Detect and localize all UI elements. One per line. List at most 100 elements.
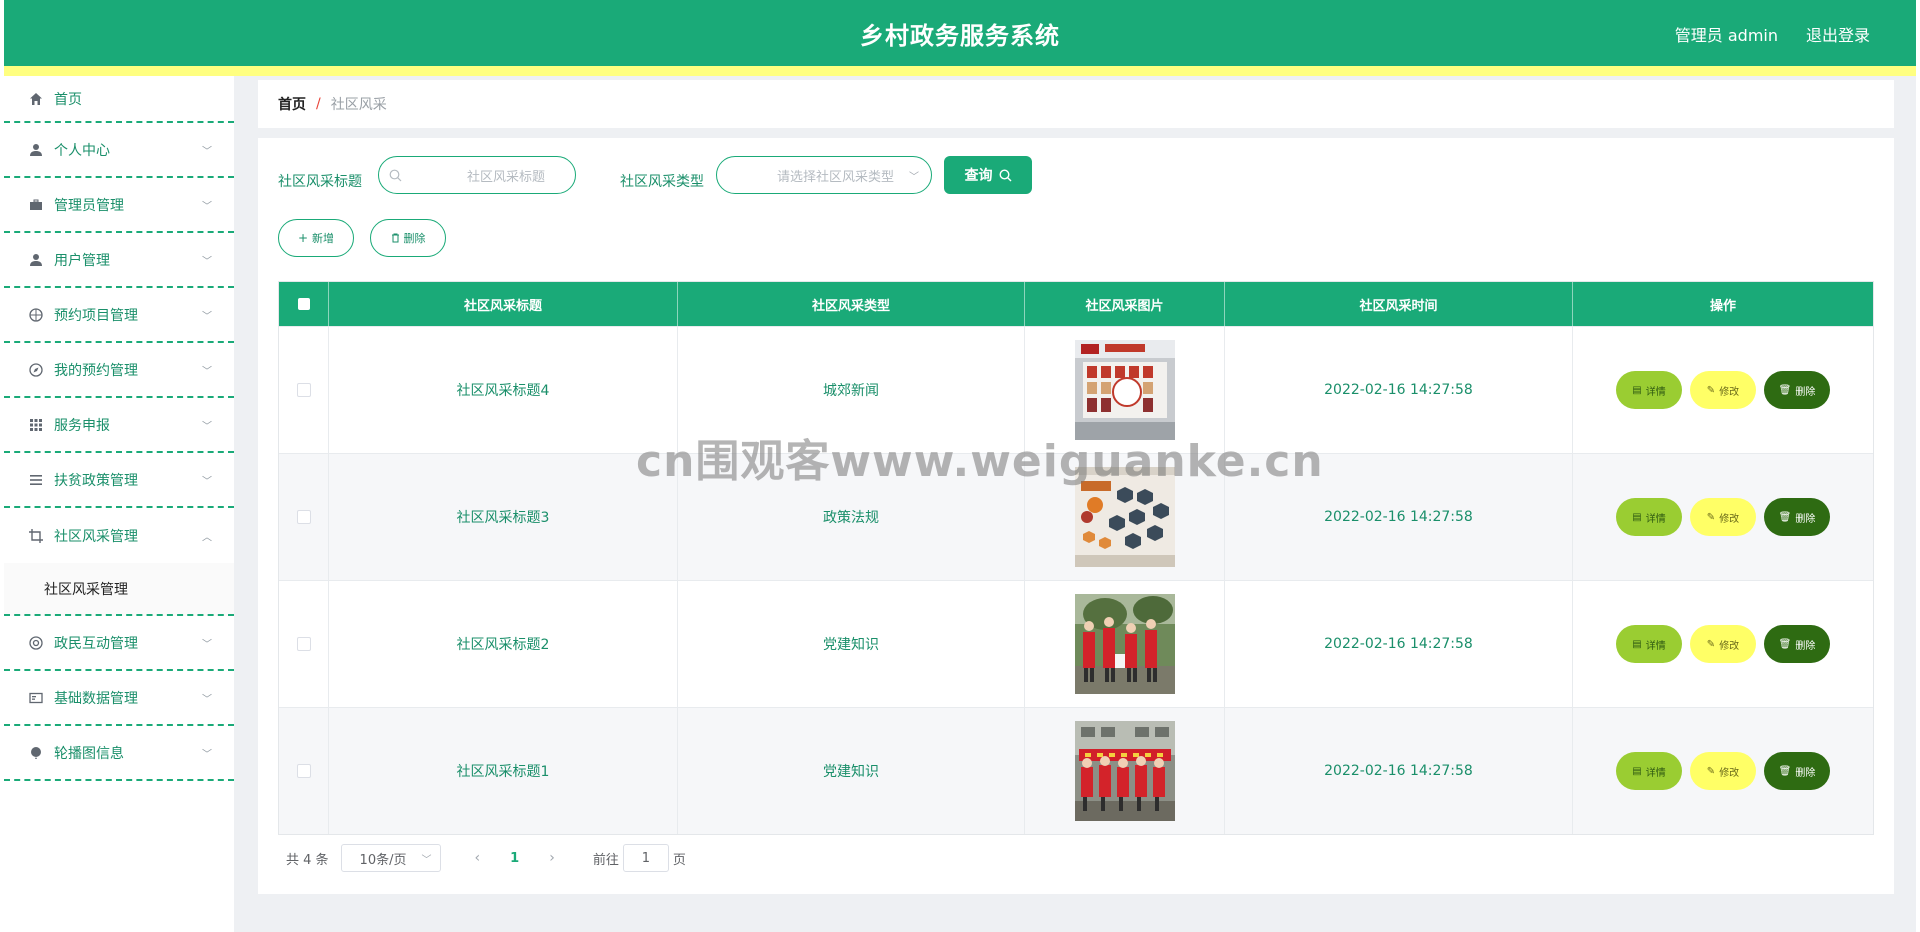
- sidebar-item-label: 我的预约管理: [54, 362, 138, 379]
- row-select-cell: [279, 454, 329, 580]
- header-stripe: [4, 66, 1916, 76]
- top-header: 乡村政务服务系统 管理员 admin 退出登录: [4, 0, 1916, 66]
- next-page-button[interactable]: ›: [549, 850, 555, 866]
- logout-link[interactable]: 退出登录: [1806, 22, 1870, 46]
- row-type: 党建知识: [678, 581, 1025, 707]
- sidebar-item-poverty-policy[interactable]: 扶贫政策管理 ﹀: [4, 453, 234, 508]
- community-image[interactable]: [1074, 594, 1175, 694]
- submenu-community-style-management[interactable]: 社区风采管理: [4, 563, 234, 616]
- row-type: 政策法规: [678, 454, 1025, 580]
- page-number[interactable]: 1: [510, 851, 519, 866]
- basketball-icon: [28, 307, 44, 323]
- row-select-cell: [279, 708, 329, 834]
- row-time: 2022-02-16 14:27:58: [1225, 581, 1573, 707]
- sidebar-item-admin-management[interactable]: 管理员管理 ﹀: [4, 178, 234, 233]
- total-count: 共 4 条: [286, 852, 329, 868]
- edit-label: 修改: [1719, 513, 1740, 525]
- delete-label: 删除: [1795, 386, 1816, 398]
- row-type: 城郊新闻: [678, 327, 1025, 453]
- row-actions: ▤ 详情 ✎ 修改 🗑 删除: [1573, 581, 1873, 707]
- community-image[interactable]: [1074, 467, 1175, 567]
- plus-icon: +: [297, 231, 309, 245]
- sidebar-item-basic-data[interactable]: 基础数据管理 ﹀: [4, 671, 234, 726]
- main-panel: 社区风采标题 社区风采标题 社区风采类型 请选择社区风采类型 ﹀ 查询 + 新增: [258, 138, 1894, 894]
- chevron-down-icon: ﹀: [202, 421, 212, 432]
- column-header[interactable]: 社区风采图片: [1025, 282, 1225, 326]
- breadcrumb-separator: /: [316, 96, 321, 112]
- column-header[interactable]: 社区风采标题: [329, 282, 678, 326]
- sidebar-item-label: 个人中心: [54, 142, 110, 159]
- row-actions: ▤ 详情 ✎ 修改 🗑 删除: [1573, 454, 1873, 580]
- trash-icon: [391, 233, 400, 243]
- type-select[interactable]: 请选择社区风采类型 ﹀: [716, 156, 932, 194]
- prev-page-button[interactable]: ‹: [475, 850, 481, 866]
- edit-button[interactable]: ✎ 修改: [1690, 625, 1756, 663]
- chevron-down-icon: ﹀: [202, 639, 212, 650]
- delete-button[interactable]: 🗑 删除: [1764, 752, 1830, 790]
- batch-delete-button[interactable]: 删除: [370, 219, 446, 257]
- add-button[interactable]: + 新增: [278, 219, 354, 257]
- page-size-value: 10条/页: [359, 852, 407, 868]
- edit-button[interactable]: ✎ 修改: [1690, 371, 1756, 409]
- detail-button[interactable]: ▤ 详情: [1616, 371, 1682, 409]
- title-search-input[interactable]: 社区风采标题: [378, 156, 576, 194]
- row-title: 社区风采标题2: [329, 581, 678, 707]
- row-time: 2022-02-16 14:27:58: [1225, 327, 1573, 453]
- document-icon: ▤: [1632, 765, 1642, 777]
- table-row: 社区风采标题3 政策法规 2022-02-16 14:27:58 ▤ 详情 ✎ …: [279, 453, 1873, 580]
- community-image[interactable]: [1074, 721, 1175, 821]
- delete-button[interactable]: 🗑 删除: [1764, 625, 1830, 663]
- home-icon: [28, 91, 44, 107]
- row-image-cell: [1025, 708, 1225, 834]
- row-time: 2022-02-16 14:27:58: [1225, 454, 1573, 580]
- sidebar-item-user-management[interactable]: 用户管理 ﹀: [4, 233, 234, 288]
- row-image-cell: [1025, 327, 1225, 453]
- pencil-icon: ✎: [1706, 511, 1716, 523]
- admin-label: 管理员 admin: [1674, 26, 1778, 45]
- query-button[interactable]: 查询: [944, 156, 1032, 194]
- goto-page-input[interactable]: 1: [622, 844, 669, 872]
- edit-button[interactable]: ✎ 修改: [1690, 752, 1756, 790]
- chevron-down-icon: ﹀: [202, 256, 212, 267]
- row-checkbox[interactable]: [296, 510, 311, 524]
- chevron-down-icon: ﹀: [202, 749, 212, 760]
- sidebar-item-citizen-interaction[interactable]: 政民互动管理 ﹀: [4, 616, 234, 671]
- sidebar-item-community-style[interactable]: 社区风采管理 ︿: [4, 508, 234, 563]
- row-checkbox[interactable]: [296, 764, 311, 778]
- sidebar-item-booking-project[interactable]: 预约项目管理 ﹀: [4, 288, 234, 343]
- document-icon: ▤: [1632, 511, 1642, 523]
- detail-button[interactable]: ▤ 详情: [1616, 498, 1682, 536]
- select-all-checkbox[interactable]: [297, 298, 310, 310]
- sidebar-item-personal-center[interactable]: 个人中心 ﹀: [4, 123, 234, 178]
- detail-label: 详情: [1645, 767, 1666, 779]
- chevron-down-icon: ﹀: [202, 694, 212, 705]
- detail-button[interactable]: ▤ 详情: [1616, 625, 1682, 663]
- delete-button[interactable]: 🗑 删除: [1764, 498, 1830, 536]
- breadcrumb-home[interactable]: 首页: [278, 94, 306, 114]
- detail-button[interactable]: ▤ 详情: [1616, 752, 1682, 790]
- row-checkbox[interactable]: [296, 637, 311, 651]
- column-header[interactable]: 操作: [1573, 282, 1873, 326]
- sidebar-item-label: 轮播图信息: [54, 745, 124, 762]
- sidebar-item-home[interactable]: 首页: [4, 76, 234, 123]
- user-icon: [28, 252, 44, 268]
- sidebar-item-my-booking[interactable]: 我的预约管理 ﹀: [4, 343, 234, 398]
- sidebar-item-carousel[interactable]: 轮播图信息 ﹀: [4, 726, 234, 781]
- sidebar-item-service-report[interactable]: 服务申报 ﹀: [4, 398, 234, 453]
- community-image[interactable]: [1074, 340, 1175, 440]
- title-search-placeholder: 社区风采标题: [466, 169, 545, 185]
- row-checkbox[interactable]: [296, 383, 311, 397]
- page-size-select[interactable]: 10条/页 ﹀: [340, 844, 441, 872]
- column-header[interactable]: 社区风采类型: [678, 282, 1025, 326]
- trash-icon: 🗑: [1778, 638, 1792, 650]
- edit-button[interactable]: ✎ 修改: [1690, 498, 1756, 536]
- delete-button[interactable]: 🗑 删除: [1764, 371, 1830, 409]
- table-row: 社区风采标题4 城郊新闻 2022-02-16 14:27:58 ▤ 详情 ✎ …: [279, 326, 1873, 453]
- chevron-down-icon: ﹀: [909, 171, 919, 183]
- row-image-cell: [1025, 454, 1225, 580]
- chevron-down-icon: ﹀: [202, 476, 212, 487]
- sidebar: 首页 个人中心 ﹀ 管理员管理 ﹀ 用户管理 ﹀ 预约项目管理 ﹀ 我的预约管理…: [4, 76, 234, 932]
- type-select-placeholder: 请选择社区风采类型: [777, 169, 895, 185]
- column-header[interactable]: 社区风采时间: [1225, 282, 1573, 326]
- sidebar-item-label: 首页: [54, 91, 82, 108]
